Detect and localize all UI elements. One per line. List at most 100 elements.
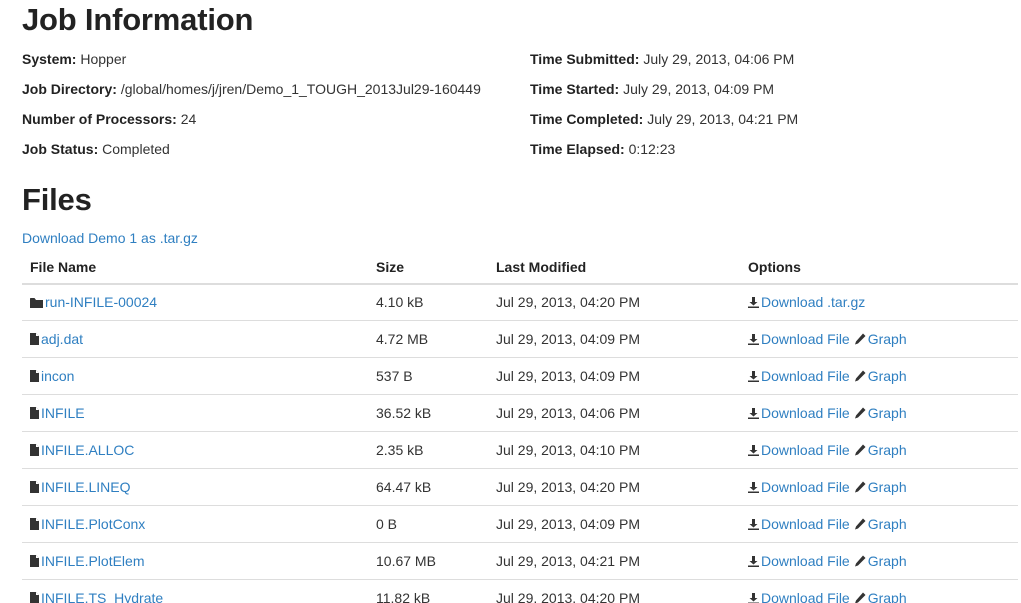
- job-information-heading: Job Information: [22, 2, 254, 37]
- system-value: Hopper: [80, 51, 127, 67]
- file-name-link[interactable]: adj.dat: [41, 331, 83, 347]
- download-icon: [748, 592, 759, 603]
- graph-link[interactable]: Graph: [868, 405, 907, 421]
- table-header-row: File Name Size Last Modified Options: [22, 250, 1018, 284]
- graph-link[interactable]: Graph: [868, 553, 907, 569]
- file-options: Download File Graph: [740, 467, 1018, 505]
- file-icon: [30, 332, 39, 345]
- pencil-icon: [854, 555, 866, 567]
- file-options: Download File Graph: [740, 356, 1018, 394]
- file-rows: run-INFILE-00024 4.10 kB Jul 29, 2013, 04:…: [22, 283, 1018, 603]
- time-started-label: Time Started:: [530, 81, 620, 97]
- download-icon: [748, 518, 759, 530]
- pencil-icon: [854, 592, 866, 603]
- graph-link[interactable]: Graph: [868, 368, 907, 384]
- download-icon: [748, 481, 759, 493]
- pencil-icon: [854, 370, 866, 382]
- file-last-modified: Jul 29, 2013, 04:09 PM: [488, 319, 740, 357]
- processors-info: Number of Processors: 24: [22, 110, 196, 128]
- folder-icon: [30, 297, 43, 309]
- download-link[interactable]: Download File: [761, 331, 850, 347]
- table-row: INFILE.ALLOC 2.35 kB Jul 29, 2013, 04:10 P…: [22, 430, 1018, 468]
- file-name-link[interactable]: run-INFILE-00024: [45, 294, 157, 310]
- download-link[interactable]: Download File: [761, 553, 850, 569]
- file-options: Download File Graph: [740, 541, 1018, 579]
- download-link[interactable]: Download File: [761, 405, 850, 421]
- file-name-cell: INFILE.ALLOC: [22, 430, 368, 468]
- file-size: 0 B: [368, 504, 488, 542]
- file-last-modified: Jul 29, 2013, 04:20 PM: [488, 283, 740, 320]
- file-last-modified: Jul 29, 2013, 04:09 PM: [488, 356, 740, 394]
- download-link[interactable]: Download .tar.gz: [761, 294, 865, 310]
- table-row: INFILE.PlotElem 10.67 MB Jul 29, 2013, 04:…: [22, 541, 1018, 579]
- graph-link[interactable]: Graph: [868, 516, 907, 532]
- graph-link[interactable]: Graph: [868, 479, 907, 495]
- file-name-cell: INFILE.TS_Hydrate: [22, 578, 368, 603]
- time-elapsed-info: Time Elapsed: 0:12:23: [530, 140, 675, 158]
- file-options: Download File Graph: [740, 393, 1018, 431]
- processors-label: Number of Processors:: [22, 111, 177, 127]
- download-icon: [748, 555, 759, 567]
- time-elapsed-label: Time Elapsed:: [530, 141, 625, 157]
- processors-value: 24: [180, 111, 197, 127]
- file-options: Download File Graph: [740, 504, 1018, 542]
- file-size: 4.72 MB: [368, 319, 488, 357]
- time-submitted-label: Time Submitted:: [530, 51, 640, 67]
- time-completed-value: July 29, 2013, 04:21 PM: [647, 111, 799, 127]
- file-icon: [30, 480, 39, 493]
- file-name-cell: incon: [22, 356, 368, 394]
- header-file-name: File Name: [30, 258, 97, 275]
- file-name-cell: run-INFILE-00024: [22, 283, 368, 320]
- time-started-value: July 29, 2013, 04:09 PM: [623, 81, 775, 97]
- file-name-cell: INFILE.PlotElem: [22, 541, 368, 579]
- graph-link[interactable]: Graph: [868, 590, 907, 603]
- file-icon: [30, 369, 39, 382]
- file-name-link[interactable]: INFILE: [41, 405, 85, 421]
- job-status-info: Job Status: Completed: [22, 140, 170, 158]
- graph-link[interactable]: Graph: [868, 442, 907, 458]
- download-link[interactable]: Download File: [761, 516, 850, 532]
- file-name-link[interactable]: incon: [41, 368, 74, 384]
- job-directory-info: Job Directory: /global/homes/j/jren/Demo…: [22, 80, 481, 98]
- file-last-modified: Jul 29, 2013, 04:10 PM: [488, 430, 740, 468]
- header-options: Options: [748, 258, 801, 275]
- file-name-cell: INFILE.PlotConx: [22, 504, 368, 542]
- job-directory-value: /global/homes/j/jren/Demo_1_TOUGH_2013Ju…: [120, 81, 481, 97]
- download-icon: [748, 444, 759, 456]
- file-size: 10.67 MB: [368, 541, 488, 579]
- time-completed-info: Time Completed: July 29, 2013, 04:21 PM: [530, 110, 798, 128]
- download-link[interactable]: Download File: [761, 479, 850, 495]
- job-status-label: Job Status:: [22, 141, 99, 157]
- files-table: File Name Size Last Modified Options run…: [22, 250, 1018, 603]
- file-name-link[interactable]: INFILE.TS_Hydrate: [41, 590, 163, 603]
- pencil-icon: [854, 407, 866, 419]
- files-heading: Files: [22, 182, 92, 217]
- table-row: incon 537 B Jul 29, 2013, 04:09 PM Download…: [22, 356, 1018, 394]
- download-icon: [748, 297, 759, 309]
- download-link[interactable]: Download File: [761, 590, 850, 603]
- file-size: 64.47 kB: [368, 467, 488, 505]
- header-last-modified: Last Modified: [496, 258, 587, 275]
- graph-link[interactable]: Graph: [868, 331, 907, 347]
- file-name-link[interactable]: INFILE.PlotConx: [41, 516, 145, 532]
- time-submitted-value: July 29, 2013, 04:06 PM: [643, 51, 795, 67]
- file-options: Download File Graph: [740, 319, 1018, 357]
- file-name-link[interactable]: INFILE.PlotElem: [41, 553, 144, 569]
- file-name-link[interactable]: INFILE.ALLOC: [41, 442, 134, 458]
- file-icon: [30, 517, 39, 530]
- file-last-modified: Jul 29, 2013, 04:06 PM: [488, 393, 740, 431]
- file-icon: [30, 591, 39, 603]
- file-last-modified: Jul 29, 2013, 04:09 PM: [488, 504, 740, 542]
- file-size: 2.35 kB: [368, 430, 488, 468]
- download-icon: [748, 333, 759, 345]
- download-link[interactable]: Download File: [761, 368, 850, 384]
- file-icon: [30, 554, 39, 567]
- download-link[interactable]: Download File: [761, 442, 850, 458]
- download-icon: [748, 370, 759, 382]
- job-directory-label: Job Directory:: [22, 81, 117, 97]
- download-all-link[interactable]: Download Demo 1 as .tar.gz: [22, 230, 198, 246]
- file-last-modified: Jul 29, 2013, 04:20 PM: [488, 467, 740, 505]
- file-size: 11.82 kB: [368, 578, 488, 603]
- file-name-link[interactable]: INFILE.LINEQ: [41, 479, 130, 495]
- file-options: Download File Graph: [740, 430, 1018, 468]
